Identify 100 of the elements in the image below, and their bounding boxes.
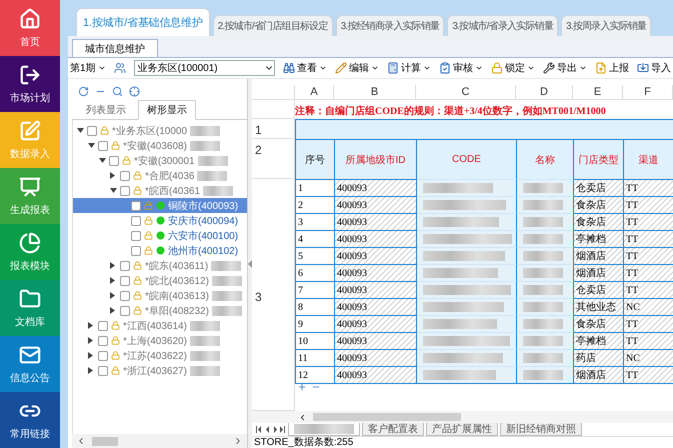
checkbox[interactable] bbox=[87, 126, 97, 136]
checkbox[interactable] bbox=[131, 246, 141, 256]
tree-node[interactable]: *江西(403614) bbox=[73, 318, 247, 333]
column-header[interactable]: D bbox=[516, 85, 573, 99]
checkbox[interactable] bbox=[131, 230, 141, 240]
tree-node[interactable]: *安徽(403608) bbox=[73, 138, 247, 153]
tree-node[interactable]: *安徽(300001 bbox=[73, 153, 247, 168]
collapsed-caret-icon[interactable] bbox=[110, 172, 115, 179]
expanded-caret-icon[interactable] bbox=[99, 158, 106, 163]
sub-tab[interactable]: 城市信息维护 bbox=[72, 39, 158, 57]
collapsed-caret-icon[interactable] bbox=[110, 277, 115, 284]
tree-node[interactable]: *皖南(403613) bbox=[73, 288, 247, 303]
toolbar-button[interactable]: 审核 bbox=[439, 61, 483, 75]
locate-icon[interactable] bbox=[129, 86, 140, 97]
sidebar-item[interactable]: 文档库 bbox=[0, 280, 60, 336]
sidebar-item[interactable]: 首页 bbox=[0, 0, 60, 56]
top-tab[interactable]: 2.按城市/省门店组目标设定 bbox=[212, 15, 333, 36]
sidebar-item[interactable]: 常用链接 bbox=[0, 392, 60, 448]
checkbox[interactable] bbox=[131, 216, 141, 226]
checkbox[interactable] bbox=[120, 306, 130, 316]
checkbox[interactable] bbox=[98, 350, 108, 360]
toolbar-button[interactable]: 导入 bbox=[637, 61, 671, 75]
scroll-thumb[interactable] bbox=[92, 436, 118, 446]
tree-node[interactable]: *浙江(403627) bbox=[73, 363, 247, 378]
tree-node[interactable]: 铜陵市(400093) bbox=[73, 198, 247, 213]
column-header[interactable]: C bbox=[416, 85, 516, 99]
row-number[interactable]: 2 bbox=[252, 139, 294, 179]
corner-cell[interactable] bbox=[252, 85, 295, 100]
tree-node[interactable]: *皖东(403611) bbox=[73, 258, 247, 273]
column-header[interactable]: F bbox=[623, 85, 673, 99]
tree-node[interactable]: *合肥(4036 bbox=[73, 168, 247, 183]
column-header[interactable]: A bbox=[295, 85, 334, 99]
toolbar-button[interactable]: 锁定 bbox=[491, 61, 535, 75]
toolbar-button[interactable]: 查看 bbox=[283, 61, 327, 75]
collapsed-caret-icon[interactable] bbox=[110, 307, 115, 314]
sheet-tab[interactable]: 新旧经销商对照 bbox=[500, 423, 582, 436]
checkbox[interactable] bbox=[98, 320, 108, 330]
sidebar-label: 市场计划 bbox=[10, 92, 50, 104]
top-tab[interactable]: 1.按城市/省基础信息维护 bbox=[76, 8, 210, 36]
scroll-thumb[interactable] bbox=[313, 413, 461, 421]
tree-node[interactable]: *江苏(403622) bbox=[73, 348, 247, 363]
checkbox[interactable] bbox=[131, 200, 141, 210]
toolbar-button[interactable]: 计算 bbox=[387, 61, 431, 75]
top-tab[interactable]: 3.按城市/省录入实际销量 bbox=[447, 15, 558, 36]
column-header[interactable]: B bbox=[334, 85, 416, 99]
checkbox[interactable] bbox=[120, 186, 130, 196]
panel-tab[interactable]: 树形显示 bbox=[138, 100, 196, 120]
tree-node[interactable]: 池州市(400102) bbox=[73, 243, 247, 258]
panel-tab[interactable]: 列表显示 bbox=[78, 101, 134, 119]
lock-icon bbox=[133, 306, 142, 315]
search-icon[interactable] bbox=[112, 86, 123, 97]
region-select[interactable]: 业务东区(100001) bbox=[134, 60, 275, 76]
checkbox[interactable] bbox=[98, 366, 108, 376]
collapsed-caret-icon[interactable] bbox=[88, 367, 93, 374]
scroll-left-icon[interactable] bbox=[298, 412, 307, 422]
sidebar-item[interactable]: 信息公告 bbox=[0, 336, 60, 392]
sidebar-label: 首页 bbox=[20, 36, 40, 48]
tree-node[interactable]: *皖西(40361 bbox=[73, 183, 247, 198]
collapsed-caret-icon[interactable] bbox=[88, 337, 93, 344]
table-cell: 6 bbox=[296, 264, 335, 281]
tree-node[interactable]: *上海(403620) bbox=[73, 333, 247, 348]
collapse-handle-icon[interactable] bbox=[248, 260, 252, 268]
checkbox[interactable] bbox=[120, 290, 130, 300]
row-number[interactable]: 1 bbox=[252, 119, 294, 139]
checkbox[interactable] bbox=[109, 156, 119, 166]
refresh-icon[interactable] bbox=[78, 86, 89, 97]
table-cell: TT bbox=[624, 315, 673, 332]
expanded-caret-icon[interactable] bbox=[88, 143, 95, 148]
tree-node-label: *皖北(403612) bbox=[145, 274, 209, 288]
collapsed-caret-icon[interactable] bbox=[88, 352, 93, 359]
sheet-tab[interactable]: 客户配置表 bbox=[362, 423, 424, 436]
expanded-caret-icon[interactable] bbox=[110, 188, 117, 193]
sheet-nav-icon[interactable] bbox=[256, 426, 286, 433]
top-tab[interactable]: 3.按经销商录入实际销量 bbox=[336, 15, 444, 36]
toolbar-button[interactable]: 编辑 bbox=[335, 61, 379, 75]
checkbox[interactable] bbox=[120, 260, 130, 270]
tree-node[interactable]: 安庆市(400094) bbox=[73, 213, 247, 228]
checkbox[interactable] bbox=[98, 336, 108, 346]
toolbar-button[interactable]: 上报 bbox=[595, 61, 629, 75]
checkbox[interactable] bbox=[98, 140, 108, 150]
period-dropdown[interactable]: 第1期 bbox=[70, 61, 106, 75]
collapsed-caret-icon[interactable] bbox=[110, 262, 115, 269]
horizontal-scrollbar[interactable] bbox=[72, 434, 247, 448]
tree-node[interactable]: *业务东区(10000 bbox=[73, 123, 247, 138]
tree-node[interactable]: 六安市(400100) bbox=[73, 228, 247, 243]
add-row-icon[interactable] bbox=[297, 382, 307, 392]
collapsed-caret-icon[interactable] bbox=[88, 322, 93, 329]
expanded-caret-icon[interactable] bbox=[77, 128, 84, 133]
column-header[interactable]: E bbox=[573, 85, 623, 99]
toolbar-button[interactable]: 导出 bbox=[543, 61, 587, 75]
horizontal-scrollbar[interactable] bbox=[252, 411, 673, 423]
sidebar-item[interactable]: 报表模块 bbox=[0, 224, 60, 280]
top-tab[interactable]: 3.按周录入实际销量 bbox=[561, 15, 652, 36]
checkbox[interactable] bbox=[120, 276, 130, 286]
sheet-tab[interactable]: 产品扩展属性 bbox=[426, 423, 498, 436]
tree-node[interactable]: *皖北(403612) bbox=[73, 273, 247, 288]
collapsed-caret-icon[interactable] bbox=[110, 292, 115, 299]
tree-node[interactable]: *阜阳(408232) bbox=[73, 303, 247, 318]
checkbox[interactable] bbox=[120, 170, 130, 180]
sidebar-label: 数据录入 bbox=[10, 148, 50, 160]
